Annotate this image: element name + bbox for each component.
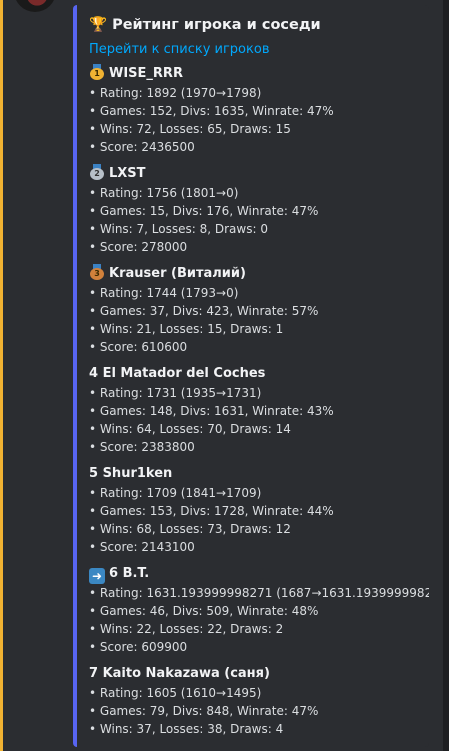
player-stat-line: • Games: 46, Divs: 509, Winrate: 48%: [89, 604, 319, 618]
player-stat-line: • Score: 278000: [89, 240, 188, 254]
player-stat-line: • Rating: 1892 (1970→1798): [89, 86, 262, 100]
player-stat-line: • Wins: 22, Losses: 22, Draws: 2: [89, 622, 284, 636]
player-stat-line: • Rating: 1756 (1801→0): [89, 186, 239, 200]
player-stat-line: • Wins: 37, Losses: 38, Draws: 4: [89, 722, 284, 736]
player-entry: 7 Kaito Nakazawa (саня) • Rating: 1605 (1…: [89, 664, 429, 738]
player-stat-line: • Rating: 1605 (1610→1495): [89, 686, 262, 700]
player-name: LXST: [109, 166, 146, 181]
player-stat-line: • Rating: 1631.193999998271 (1687→1631.1…: [89, 586, 429, 600]
scrollbar[interactable]: [443, 0, 449, 751]
player-entry: 3 Krauser (Виталий) • Rating: 1744 (1793→0…: [89, 264, 429, 356]
player-stat-line: • Games: 37, Divs: 423, Winrate: 57%: [89, 304, 319, 318]
player-entry: 4 El Matador del Coches • Rating: 1731 (1…: [89, 364, 429, 456]
player-name-row: 1 WISE_RRR: [89, 64, 429, 84]
players-list-link[interactable]: Перейти к списку игроков: [89, 41, 429, 59]
player-stat-line: • Score: 2143100: [89, 540, 195, 554]
embed-title: 🏆 Рейтинг игрока и соседи: [89, 14, 429, 36]
player-stat-line: • Score: 2383800: [89, 440, 195, 454]
player-name: 7 Kaito Nakazawa (саня): [89, 666, 270, 681]
trophy-icon: 🏆: [89, 17, 108, 33]
players-list: 1 WISE_RRR • Rating: 1892 (1970→1798) • Gam…: [89, 64, 429, 738]
player-stat-line: • Games: 15, Divs: 176, Winrate: 47%: [89, 204, 319, 218]
player-name-row: 2 LXST: [89, 164, 429, 184]
player-name: WISE_RRR: [109, 66, 183, 81]
player-stat-line: • Rating: 1709 (1841→1709): [89, 486, 262, 500]
message-highlight-bar: [0, 0, 3, 751]
player-stat-line: • Wins: 21, Losses: 15, Draws: 1: [89, 322, 284, 336]
player-entry: 2 LXST • Rating: 1756 (1801→0) • Games: 15,…: [89, 164, 429, 256]
player-stat-line: • Games: 153, Divs: 1728, Winrate: 44%: [89, 504, 334, 518]
embed-title-text: Рейтинг игрока и соседи: [112, 17, 321, 33]
player-name: 6 B.T.: [109, 566, 150, 581]
player-stat-line: • Rating: 1744 (1793→0): [89, 286, 239, 300]
avatar[interactable]: [14, 0, 56, 12]
player-stat-line: • Wins: 64, Losses: 70, Draws: 14: [89, 422, 291, 436]
player-stat-line: • Wins: 7, Losses: 8, Draws: 0: [89, 222, 268, 236]
right-arrow-icon: ➜: [89, 568, 105, 584]
gold-medal-icon: 1: [89, 64, 105, 80]
player-stat-line: • Score: 2436500: [89, 140, 195, 154]
rating-embed: 🏆 Рейтинг игрока и соседи Перейти к спис…: [73, 5, 429, 747]
player-stat-line: • Wins: 72, Losses: 65, Draws: 15: [89, 122, 291, 136]
player-stat-line: • Games: 148, Divs: 1631, Winrate: 43%: [89, 404, 334, 418]
player-stat-line: • Games: 79, Divs: 848, Winrate: 47%: [89, 704, 319, 718]
player-name: 4 El Matador del Coches: [89, 366, 266, 381]
player-name-row: 4 El Matador del Coches: [89, 364, 429, 384]
player-name: 5 Shur1ken: [89, 466, 173, 481]
player-stat-line: • Wins: 68, Losses: 73, Draws: 12: [89, 522, 291, 536]
bronze-medal-icon: 3: [89, 264, 105, 280]
player-name-row: 3 Krauser (Виталий): [89, 264, 429, 284]
player-entry: 1 WISE_RRR • Rating: 1892 (1970→1798) • Gam…: [89, 64, 429, 156]
player-stat-line: • Games: 152, Divs: 1635, Winrate: 47%: [89, 104, 334, 118]
player-entry: 5 Shur1ken • Rating: 1709 (1841→1709) • Ga…: [89, 464, 429, 556]
player-stat-line: • Score: 609900: [89, 640, 188, 654]
player-name: Krauser (Виталий): [109, 266, 246, 281]
player-name-row: 7 Kaito Nakazawa (саня): [89, 664, 429, 684]
player-name-row: ➜ 6 B.T.: [89, 564, 429, 584]
player-stat-line: • Rating: 1731 (1935→1731): [89, 386, 262, 400]
player-name-row: 5 Shur1ken: [89, 464, 429, 484]
player-entry: ➜ 6 B.T. • Rating: 1631.193999998271 (1687…: [89, 564, 429, 656]
player-stat-line: • Score: 610600: [89, 340, 188, 354]
silver-medal-icon: 2: [89, 164, 105, 180]
